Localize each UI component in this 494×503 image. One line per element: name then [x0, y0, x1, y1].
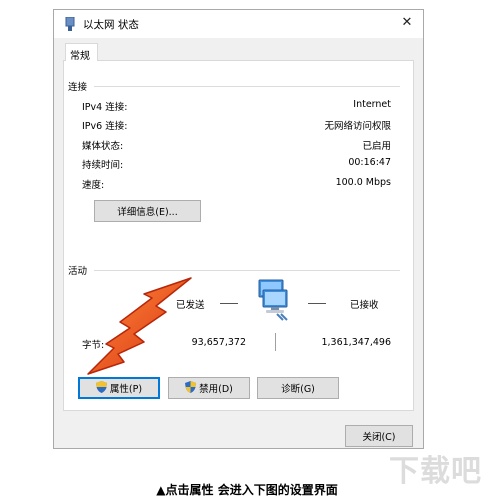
duration-value: 00:16:47 [348, 157, 391, 168]
activity-divider [275, 333, 276, 351]
network-computers-icon [251, 278, 295, 325]
speed-label: 速度: [82, 180, 105, 191]
media-state-value: 已启用 [362, 141, 391, 152]
red-pointer-arrow-icon [86, 276, 196, 379]
disable-button[interactable]: 禁用(D) [168, 377, 250, 399]
window-title: 以太网 状态 [83, 19, 139, 31]
uac-shield-icon [95, 380, 107, 396]
properties-button[interactable]: 属性(P) [78, 377, 160, 399]
speed-value: 100.0 Mbps [335, 177, 391, 188]
media-state-label: 媒体状态: [82, 141, 124, 152]
received-dash [308, 303, 326, 304]
ipv6-value: 无网络访问权限 [324, 121, 391, 132]
uac-shield-icon [185, 380, 197, 396]
disable-button-label: 禁用(D) [199, 384, 233, 395]
close-window-button[interactable]: ✕ [398, 14, 416, 32]
status-dialog: 以太网 状态 ✕ 常规 连接 IPv4 连接: Internet IPv6 连接… [53, 9, 424, 449]
title-bar: 以太网 状态 ✕ [54, 10, 423, 38]
close-button[interactable]: 关闭(C) [345, 425, 413, 447]
ipv4-value: Internet [353, 99, 391, 110]
ipv4-label: IPv4 连接: [82, 102, 128, 113]
bytes-received-value: 1,361,347,496 [321, 337, 391, 348]
properties-button-label: 属性(P) [109, 384, 143, 395]
received-label: 已接收 [350, 300, 379, 311]
tab-general[interactable]: 常规 [65, 43, 98, 62]
sent-dash [220, 303, 238, 304]
ipv6-label: IPv6 连接: [82, 121, 128, 132]
connection-group-label: 连接 [68, 82, 88, 93]
duration-label: 持续时间: [82, 160, 124, 171]
connection-separator [94, 86, 400, 87]
watermark-logo: 下载吧 [389, 454, 482, 489]
activity-separator [94, 270, 400, 271]
activity-group-label: 活动 [68, 266, 88, 277]
diagnose-button[interactable]: 诊断(G) [257, 377, 339, 399]
network-adapter-icon [65, 16, 75, 34]
details-button[interactable]: 详细信息(E)... [94, 200, 201, 222]
